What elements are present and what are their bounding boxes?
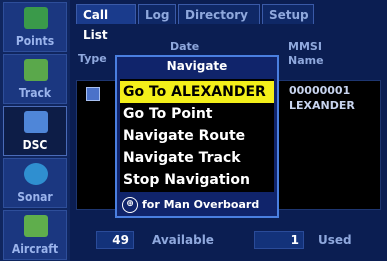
menu-item-navigate-route[interactable]: Navigate Route [120,125,274,147]
used-count: 1 [254,231,304,249]
navigate-popup: Navigate Go To ALEXANDER Go To Point Nav… [115,55,279,218]
aircraft-icon [24,215,48,237]
menu-item-go-to-alexander[interactable]: Go To ALEXANDER [120,81,274,103]
menu-item-stop-navigation[interactable]: Stop Navigation [120,169,274,191]
dsc-icon [24,111,48,133]
column-header-type: Type [78,52,107,65]
tab-call-list[interactable]: Call List [76,4,136,42]
row-name: LEXANDER [289,99,355,112]
sidebar-item-label: Track [18,86,52,100]
sidebar-item-label: DSC [22,138,48,152]
sidebar-item-track[interactable]: Track [3,54,67,104]
man-overboard-hint: ⊕ for Man Overboard [120,196,274,214]
column-header-mmsi: MMSI [288,40,322,53]
row-mmsi: 00000001 [289,84,351,97]
used-label: Used [318,233,352,247]
sidebar-item-label: Points [15,34,55,48]
sidebar-item-sonar[interactable]: Sonar [3,158,67,208]
popup-title: Navigate [166,59,228,73]
sidebar-item-aircraft[interactable]: Aircraft [3,210,67,260]
man-overboard-label: for Man Overboard [142,198,260,211]
available-count: 49 [96,231,134,249]
dsc-call-list-screen: Points Track DSC Sonar Aircraft Call Lis… [0,0,387,261]
sidebar-item-dsc[interactable]: DSC [3,106,67,156]
dsc-call-icon [86,87,100,101]
sidebar-item-points[interactable]: Points [3,2,67,52]
sidebar: Points Track DSC Sonar Aircraft [0,0,70,261]
tab-directory[interactable]: Directory [178,4,260,24]
navigate-menu: Go To ALEXANDER Go To Point Navigate Rou… [120,79,274,192]
tab-setup[interactable]: Setup [262,4,314,24]
tab-log[interactable]: Log [138,4,176,24]
track-icon [24,59,48,81]
points-icon [24,7,48,29]
column-header-name: Name [288,54,324,67]
sonar-icon [24,163,48,185]
sidebar-item-label: Aircraft [11,242,59,256]
man-overboard-icon: ⊕ [122,197,138,213]
menu-item-navigate-track[interactable]: Navigate Track [120,147,274,169]
tab-bar: Call List Log Directory Setup [76,4,383,42]
menu-item-go-to-point[interactable]: Go To Point [120,103,274,125]
available-label: Available [152,233,214,247]
sidebar-item-label: Sonar [17,190,53,204]
column-header-date: Date [170,40,200,53]
